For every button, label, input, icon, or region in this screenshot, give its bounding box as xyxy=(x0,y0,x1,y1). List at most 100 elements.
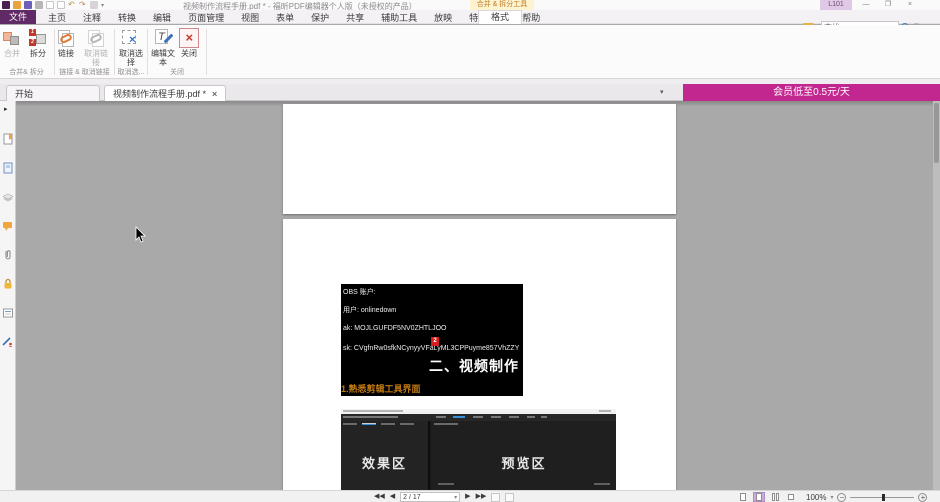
contextual-tab-group-label: 合并 & 拆分工具 xyxy=(470,0,534,10)
close-icon[interactable]: × xyxy=(904,0,916,10)
security-icon[interactable] xyxy=(2,278,14,290)
link-icon xyxy=(56,28,76,48)
duplicate-doc-icon[interactable] xyxy=(57,1,65,9)
zoom-controls: 100% ▾ − + xyxy=(806,491,928,502)
edit-text-icon: T xyxy=(153,28,174,48)
app-logo-icon xyxy=(2,1,10,9)
menu-organize[interactable]: 页面管理 xyxy=(188,11,224,24)
page-caret-icon[interactable]: ▾ xyxy=(454,494,457,501)
zoom-caret-icon[interactable]: ▾ xyxy=(830,494,833,501)
next-page-button[interactable]: ▶ xyxy=(465,491,470,502)
pdf-page-2: OBS 账户: 用户: onlinedown ak: MOJLGUFDF5NV0… xyxy=(283,219,676,490)
effects-area-label: 效果区 xyxy=(361,456,407,471)
zoom-slider-handle[interactable] xyxy=(882,493,886,501)
hand-tool-icon[interactable] xyxy=(90,1,98,9)
tab-list-caret-icon[interactable]: ▾ xyxy=(660,88,664,96)
signature-icon[interactable] xyxy=(2,336,14,348)
link-button[interactable]: 链接 xyxy=(56,28,76,58)
group-label: 取消选... xyxy=(117,69,145,76)
menu-form[interactable]: 表单 xyxy=(276,11,294,24)
unlink-button[interactable]: 取消链接 xyxy=(82,28,110,67)
menu-accessibility[interactable]: 辅助工具 xyxy=(381,11,417,24)
editor-effects-panel: 效果区 xyxy=(341,421,430,490)
navigation-sidebar: ▸ xyxy=(0,101,16,490)
previous-view-button[interactable] xyxy=(491,492,501,502)
layers-icon[interactable] xyxy=(2,191,14,203)
attachments-icon[interactable] xyxy=(2,249,14,261)
page-number-input[interactable] xyxy=(403,493,450,501)
merge-icon xyxy=(2,28,22,48)
group-separator xyxy=(147,29,148,75)
continuous-view-icon[interactable] xyxy=(753,492,765,502)
zoom-out-button[interactable]: − xyxy=(837,492,847,502)
new-doc-icon[interactable] xyxy=(46,1,54,9)
tab-format[interactable]: 格式 xyxy=(478,10,522,24)
tab-close-icon[interactable]: × xyxy=(212,89,217,99)
tab-start[interactable]: 开始 xyxy=(6,85,100,101)
window-controls: — ❐ × xyxy=(860,0,916,10)
maximize-icon[interactable]: ❐ xyxy=(882,0,894,10)
save-icon[interactable] xyxy=(24,1,32,9)
open-file-icon[interactable] xyxy=(13,1,21,9)
obs-sk-line: sk: CVgfnRw0sfkNCynyyVFaLyML3CPPuyme857V… xyxy=(343,345,520,352)
ribbon-group-cancel-select: × 取消选择 取消选... xyxy=(116,25,146,78)
ribbon-group-link: 链接 取消链接 链接 & 取消链接 xyxy=(56,25,113,78)
menu-edit[interactable]: 编辑 xyxy=(153,11,171,24)
zoom-slider[interactable] xyxy=(850,493,915,501)
menu-help[interactable]: 帮助 xyxy=(522,11,540,24)
menu-items: 主页 注释 转换 编辑 页面管理 视图 表单 保护 共享 辅助工具 放映 特色功… xyxy=(48,10,540,24)
minimize-icon[interactable]: — xyxy=(860,0,872,10)
edit-text-button[interactable]: T 编辑文本 xyxy=(150,28,176,67)
zoom-level: 100% xyxy=(806,492,827,502)
page-navigation: ◀◀ ◀ ▾ ▶ ▶▶ xyxy=(374,491,515,502)
unlink-icon xyxy=(86,28,106,48)
reflow-view-icon[interactable] xyxy=(785,492,797,502)
menu-home[interactable]: 主页 xyxy=(48,11,66,24)
merge-button[interactable]: 合并 xyxy=(2,28,22,58)
next-view-button[interactable] xyxy=(505,492,515,502)
editor-preview-panel: 预览区 xyxy=(432,421,616,490)
annotation-badge[interactable]: 2 xyxy=(431,337,439,346)
tab-document[interactable]: 视频制作流程手册.pdf * × xyxy=(104,85,227,101)
comments-icon[interactable] xyxy=(2,220,14,232)
panel-tabs xyxy=(434,423,458,425)
editor-screenshot-image: 效果区 预览区 xyxy=(341,409,616,490)
menu-protect[interactable]: 保护 xyxy=(311,11,329,24)
zoom-in-button[interactable]: + xyxy=(918,492,928,502)
first-page-button[interactable]: ◀◀ xyxy=(374,491,385,502)
pdf-page-1 xyxy=(283,104,676,214)
scrollbar-thumb[interactable] xyxy=(934,103,939,163)
group-label: 链接 & 取消链接 xyxy=(59,69,110,76)
group-separator xyxy=(54,29,55,75)
facing-view-icon[interactable] xyxy=(769,492,781,502)
document-area: ▸ OBS 账户: 用户: onlinedown ak: MOJLGUFDF5N… xyxy=(0,101,940,490)
prev-page-button[interactable]: ◀ xyxy=(390,491,395,502)
ribbon-group-merge-split: 合并 12 拆分 合并& 拆分 xyxy=(0,25,53,78)
undo-icon[interactable]: ↶ xyxy=(68,1,76,9)
membership-promo-banner[interactable]: 会员低至0.5元/天 xyxy=(683,84,940,101)
redo-icon[interactable]: ↷ xyxy=(79,1,87,9)
vertical-scrollbar[interactable] xyxy=(933,101,940,490)
obs-user-line: 用户: onlinedown xyxy=(343,307,397,314)
menu-view[interactable]: 视图 xyxy=(241,11,259,24)
pages-icon[interactable] xyxy=(2,162,14,174)
menu-slideshow[interactable]: 放映 xyxy=(434,11,452,24)
title-bar: ↶ ↷ ▾ 视频制作流程手册.pdf * - 福昕PDF编辑器个人版（未授权的产… xyxy=(0,0,940,11)
panel-expand-icon[interactable]: ▸ xyxy=(4,105,8,113)
menu-convert[interactable]: 转换 xyxy=(118,11,136,24)
editor-menu-row xyxy=(341,414,616,421)
menu-comment[interactable]: 注释 xyxy=(83,11,101,24)
cancel-select-button[interactable]: × 取消选择 xyxy=(117,28,145,67)
last-page-button[interactable]: ▶▶ xyxy=(476,491,487,502)
fields-icon[interactable] xyxy=(2,307,14,319)
close-tool-button[interactable]: × 关闭 xyxy=(179,28,199,58)
obs-account-image: OBS 账户: 用户: onlinedown ak: MOJLGUFDF5NV0… xyxy=(341,284,523,396)
menu-share[interactable]: 共享 xyxy=(346,11,364,24)
split-button[interactable]: 12 拆分 xyxy=(28,28,48,58)
file-menu-button[interactable]: 文件 xyxy=(0,10,36,24)
qat-customize-icon[interactable]: ▾ xyxy=(101,2,104,9)
ribbon: 合并 12 拆分 合并& 拆分 链接 取消链接 链接 & 取消链接 × 取消选择… xyxy=(0,25,940,79)
bookmarks-icon[interactable] xyxy=(2,133,14,145)
print-icon[interactable] xyxy=(35,1,43,9)
single-page-view-icon[interactable] xyxy=(737,492,749,502)
